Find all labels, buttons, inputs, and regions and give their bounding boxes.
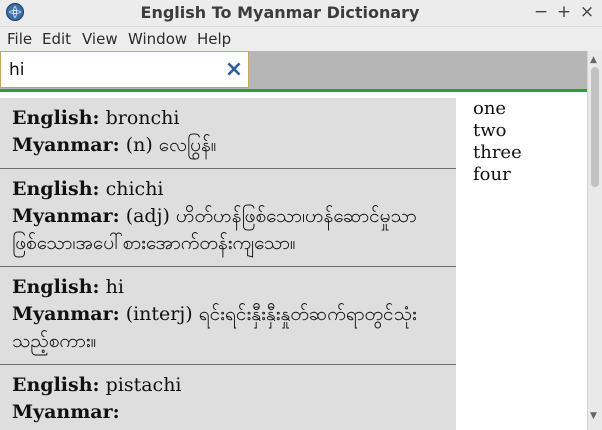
result-card[interactable]: English: hi Myanmar: (interj) ရင်းရင်းနှ…	[0, 267, 456, 365]
title-bar: English To Myanmar Dictionary − + ×	[0, 0, 602, 27]
menu-window[interactable]: Window	[128, 30, 187, 48]
english-label: English:	[12, 374, 100, 396]
window-title: English To Myanmar Dictionary	[140, 3, 420, 22]
result-card[interactable]: English: chichi Myanmar: (adj) ဟိတ်ဟန်ဖြ…	[0, 169, 456, 267]
result-card[interactable]: English: bronchi Myanmar: (n) လေပြွန်။	[0, 98, 456, 169]
english-word: chichi	[105, 178, 164, 200]
side-list-item[interactable]: four	[473, 164, 522, 186]
scroll-up-icon[interactable]: ▲	[590, 55, 597, 65]
scroll-down-icon[interactable]: ▼	[590, 411, 597, 421]
menu-view[interactable]: View	[82, 30, 118, 48]
vertical-scrollbar[interactable]: ▲ ▼	[587, 51, 602, 430]
menu-bar: File Edit View Window Help	[0, 27, 602, 51]
app-window: English To Myanmar Dictionary − + × File…	[0, 0, 602, 430]
maximize-button[interactable]: +	[554, 2, 574, 22]
myanmar-definition: (n) လေပြွန်။	[125, 134, 217, 156]
myanmar-label: Myanmar:	[12, 134, 120, 156]
english-label: English:	[12, 178, 100, 200]
menu-edit[interactable]: Edit	[42, 30, 71, 48]
menu-file[interactable]: File	[7, 30, 32, 48]
side-list: one two three four	[473, 98, 522, 186]
side-list-item[interactable]: one	[473, 98, 522, 120]
result-card[interactable]: English: pistachi Myanmar:	[0, 365, 456, 430]
search-input[interactable]	[9, 57, 209, 83]
english-label: English:	[12, 276, 100, 298]
main-content: English: bronchi Myanmar: (n) လေပြွန်။ E…	[0, 92, 587, 430]
myanmar-label: Myanmar:	[12, 401, 120, 423]
minimize-button[interactable]: −	[531, 2, 551, 22]
english-label: English:	[12, 107, 100, 129]
results-list: English: bronchi Myanmar: (n) လေပြွန်။ E…	[0, 98, 456, 430]
menu-help[interactable]: Help	[197, 30, 231, 48]
side-list-item[interactable]: two	[473, 120, 522, 142]
side-list-item[interactable]: three	[473, 142, 522, 164]
english-word: pistachi	[105, 374, 182, 396]
myanmar-label: Myanmar:	[12, 205, 120, 227]
search-box: ×	[0, 51, 249, 88]
search-bar: ×	[0, 51, 587, 89]
clear-search-icon[interactable]: ×	[224, 58, 244, 82]
close-window-button[interactable]: ×	[577, 2, 597, 22]
myanmar-label: Myanmar:	[12, 303, 120, 325]
english-word: hi	[105, 276, 124, 298]
english-word: bronchi	[105, 107, 180, 129]
scroll-thumb[interactable]	[591, 67, 599, 187]
